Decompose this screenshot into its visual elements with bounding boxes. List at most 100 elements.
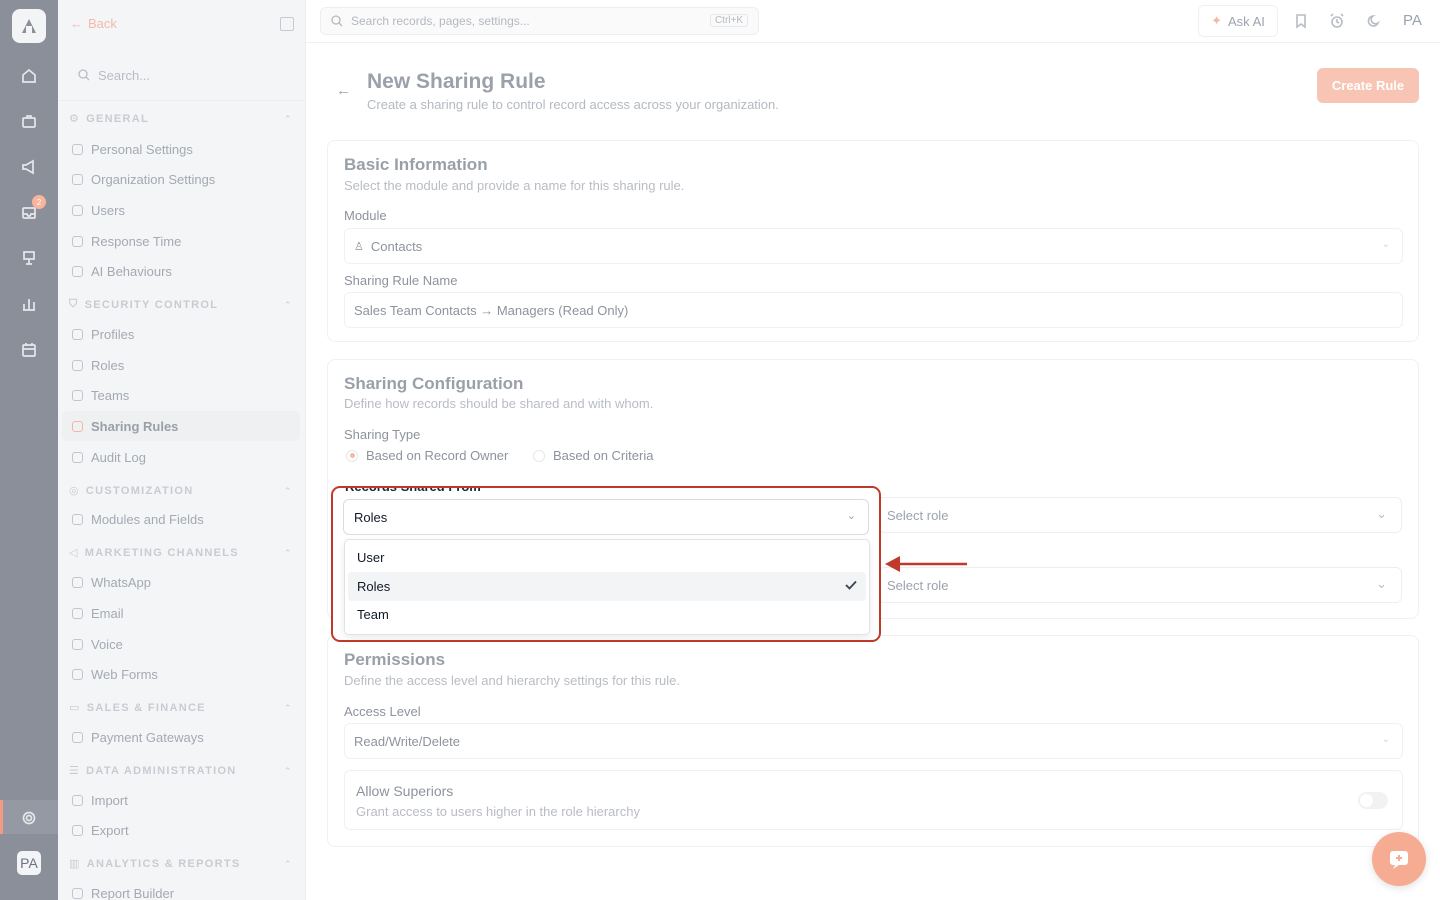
user-menu[interactable]: PA <box>1403 12 1422 29</box>
chevron-up-icon[interactable]: ⌃ <box>284 300 292 311</box>
chart-icon: ▥ <box>69 858 81 870</box>
search-icon <box>78 69 90 81</box>
home-icon[interactable] <box>19 66 39 86</box>
chat-support-button[interactable] <box>1372 832 1426 886</box>
sidebar-item-label: Organization Settings <box>91 172 216 187</box>
sidebar-item-label: Web Forms <box>91 667 158 682</box>
sidebar-item-audit-log[interactable]: Audit Log <box>72 450 146 465</box>
share-lock-icon <box>72 420 83 432</box>
allow-superiors-row: Allow Superiors Grant access to users hi… <box>344 770 1403 830</box>
chevron-up-icon[interactable]: ⌃ <box>284 548 292 559</box>
group-marketing-channels[interactable]: ◁ MARKETING CHANNELS <box>69 546 239 560</box>
sidebar-item-roles[interactable]: Roles <box>72 358 124 373</box>
radio-record-owner[interactable]: Based on Record Owner <box>346 448 508 463</box>
records-shared-from-select[interactable]: Roles ⌄ <box>343 499 869 535</box>
chevron-up-icon[interactable]: ⌃ <box>284 766 292 777</box>
sidebar-item-import[interactable]: Import <box>72 793 128 808</box>
calendar-icon[interactable] <box>19 340 39 360</box>
collapse-sidebar-icon[interactable] <box>280 17 294 31</box>
chevron-up-icon[interactable]: ⌃ <box>284 486 292 497</box>
create-rule-button[interactable]: Create Rule <box>1317 68 1419 103</box>
sidebar-item-label: Sharing Rules <box>91 418 179 434</box>
sidebar-item-response-time[interactable]: Response Time <box>72 234 181 249</box>
sidebar-item-modules-and-fields[interactable]: Modules and Fields <box>72 512 204 527</box>
sidebar-item-label: Profiles <box>91 327 135 342</box>
sharing-type-label: Sharing Type <box>344 427 421 442</box>
group-customization[interactable]: ◎ CUSTOMIZATION <box>69 484 194 498</box>
page-subtitle: Create a sharing rule to control record … <box>367 97 779 112</box>
access-level-select[interactable]: Read/Write/Delete ⌄ <box>344 723 1403 759</box>
allow-superiors-title: Allow Superiors <box>356 783 454 799</box>
sidebar-item-organization-settings[interactable]: Organization Settings <box>72 172 215 187</box>
global-search-input[interactable]: Search records, pages, settings... Ctrl+… <box>320 7 759 35</box>
sidebar-item-report-builder[interactable]: Report Builder <box>72 886 174 900</box>
sidebar-item-voice[interactable]: Voice <box>72 637 123 652</box>
ask-ai-button[interactable]: ✦ Ask AI <box>1198 5 1278 37</box>
card-title: Basic Information <box>344 155 488 174</box>
group-sales-finance[interactable]: ▭ SALES & FINANCE <box>69 701 206 715</box>
sharing-rule-name-input[interactable]: Sales Team Contacts → Managers (Read Onl… <box>344 292 1403 328</box>
group-label: GENERAL <box>86 112 150 125</box>
credit-card-icon <box>72 732 83 743</box>
presentation-icon[interactable] <box>19 248 39 268</box>
sidebar-search-input[interactable]: Search... <box>70 58 296 92</box>
allow-superiors-toggle[interactable] <box>1358 792 1388 809</box>
sidebar-item-profiles[interactable]: Profiles <box>72 327 134 342</box>
chevron-up-icon[interactable]: ⌃ <box>284 114 292 125</box>
chevron-down-icon: ⌄ <box>1376 506 1387 521</box>
settings-gear-icon[interactable] <box>19 808 39 828</box>
sidebar-item-label: Export <box>91 823 129 838</box>
sidebar-item-whatsapp[interactable]: WhatsApp <box>72 575 151 590</box>
radio-criteria[interactable]: Based on Criteria <box>533 448 653 463</box>
sidebar-item-sharing-rules[interactable]: Sharing Rules <box>62 411 300 441</box>
gear-icon: ⚙ <box>69 113 81 125</box>
permissions-card: Permissions Define the access level and … <box>327 635 1419 847</box>
sidebar-item-web-forms[interactable]: Web Forms <box>72 667 158 682</box>
user-avatar[interactable]: PA <box>17 851 41 875</box>
app-logo[interactable] <box>12 9 46 43</box>
page-back-arrow-icon[interactable]: ← <box>336 82 351 99</box>
sidebar-item-label: Report Builder <box>91 886 175 900</box>
annotation-arrow-icon <box>885 556 967 572</box>
history-icon <box>72 452 83 463</box>
role-placeholder: Select role <box>887 577 949 593</box>
bookmark-icon[interactable] <box>1293 13 1309 29</box>
sidebar-item-export[interactable]: Export <box>72 823 129 838</box>
option-team[interactable]: Team <box>348 600 866 629</box>
sidebar-item-label: Response Time <box>91 234 182 249</box>
sidebar-item-users[interactable]: Users <box>72 203 125 218</box>
phone-icon <box>72 639 83 650</box>
shared-from-role-select[interactable]: Select role ⌄ <box>878 497 1402 533</box>
megaphone-icon[interactable] <box>19 157 39 177</box>
report-icon <box>72 888 83 899</box>
alarm-clock-icon[interactable] <box>1329 13 1345 29</box>
group-general[interactable]: ⚙ GENERAL <box>69 112 150 126</box>
option-roles[interactable]: Roles <box>348 572 866 601</box>
group-analytics-reports[interactable]: ▥ ANALYTICS & REPORTS <box>69 857 241 871</box>
group-data-administration[interactable]: ☰ DATA ADMINISTRATION <box>69 764 237 778</box>
moon-icon[interactable] <box>1366 13 1382 29</box>
chevron-up-icon[interactable]: ⌃ <box>284 703 292 714</box>
radio-label: Based on Criteria <box>553 448 654 463</box>
module-select[interactable]: ♙ Contacts ⌄ <box>344 228 1403 264</box>
briefcase-icon[interactable] <box>19 111 39 131</box>
sidebar-item-teams[interactable]: Teams <box>72 388 129 403</box>
option-label: Team <box>357 607 389 622</box>
group-label: MARKETING CHANNELS <box>84 546 239 559</box>
top-bar: Search records, pages, settings... Ctrl+… <box>306 0 1440 43</box>
sharing-rule-name-label: Sharing Rule Name <box>344 273 458 288</box>
sidebar-item-payment-gateways[interactable]: Payment Gateways <box>72 730 204 745</box>
option-user[interactable]: User <box>348 543 866 572</box>
back-link[interactable]: ← Back <box>70 16 117 31</box>
chevron-up-icon[interactable]: ⌃ <box>284 859 292 870</box>
bar-chart-icon[interactable] <box>19 294 39 314</box>
sidebar-item-personal-settings[interactable]: Personal Settings <box>72 142 193 157</box>
group-security-control[interactable]: ⛉ SECURITY CONTROL <box>69 298 218 311</box>
group-label: CUSTOMIZATION <box>85 484 194 497</box>
sidebar-item-ai-behaviours[interactable]: AI Behaviours <box>72 264 172 279</box>
palette-icon: ◎ <box>69 485 80 497</box>
team-icon <box>72 390 83 401</box>
sidebar-item-email[interactable]: Email <box>72 606 124 621</box>
building-icon <box>72 174 83 185</box>
chevron-down-icon: ⌄ <box>1381 734 1390 745</box>
